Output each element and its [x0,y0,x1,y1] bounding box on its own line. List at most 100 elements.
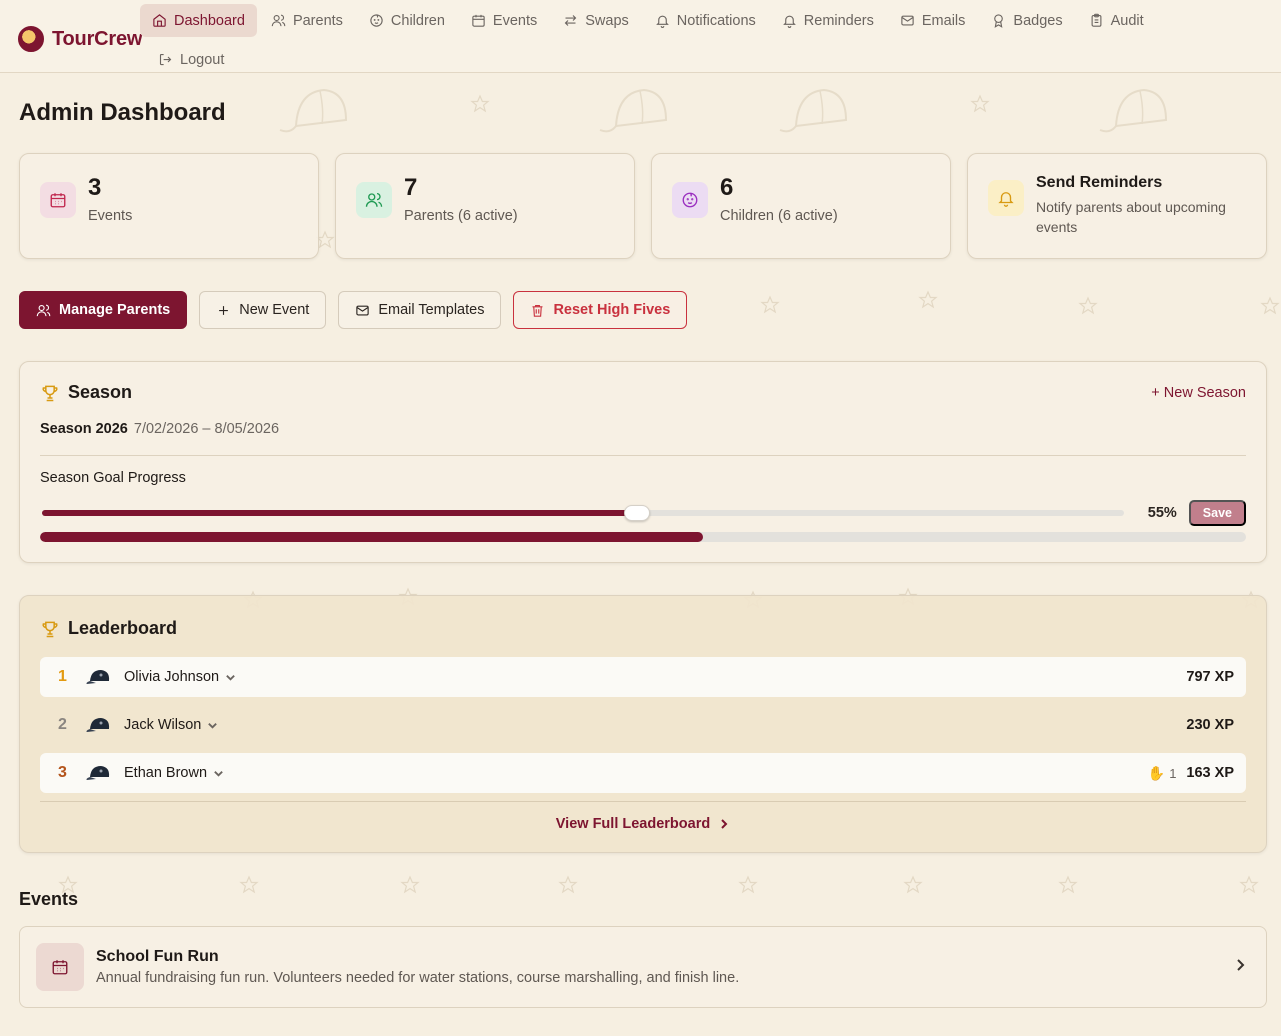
reminders-description: Notify parents about upcoming events [1036,199,1226,235]
nav-item-label: Children [390,12,445,29]
reset-high-fives-button[interactable]: Reset High Fives [513,291,688,329]
nav-item-label: Swaps [585,12,629,29]
parents-label: Parents (6 active) [404,208,518,224]
quick-actions: Manage Parents New Event Email Templates… [19,291,1267,329]
new-season-link[interactable]: + New Season [1151,385,1246,401]
player-name[interactable]: Olivia Johnson [124,669,236,685]
logout-button[interactable]: Logout [146,43,236,76]
stats-row: 3 Events 7 Parents (6 active) 6 Children… [19,153,1267,259]
leaderboard-heading: Leaderboard [40,618,1246,639]
events-count: 3 [88,174,102,201]
trophy-icon [42,385,58,401]
rank: 3 [58,764,67,781]
divider [40,455,1246,456]
nav-item-events[interactable]: Events [459,4,549,37]
event-card[interactable]: School Fun Run Annual fundraising fun ru… [19,926,1267,1008]
high-five-icon: ✋ [1147,764,1166,781]
chevron-down-icon [214,770,223,777]
calendar-icon [472,14,485,27]
mail-icon [356,305,370,315]
player-name[interactable]: Jack Wilson [124,717,218,733]
season-heading: Season [40,382,132,403]
nav-item-notifications[interactable]: Notifications [643,4,768,37]
cap-icon [86,670,110,684]
chevron-right-icon [1237,958,1245,971]
nav-item-label: Events [492,12,538,29]
baby-icon [682,192,698,208]
bell-icon [998,192,1014,207]
leaderboard-row[interactable]: 3 Ethan Brown ✋ 1 163 XP [40,753,1246,793]
home-icon [153,14,166,27]
nav-item-emails[interactable]: Emails [888,4,978,37]
page-title: Admin Dashboard [19,99,226,126]
send-reminders-card[interactable]: Send Reminders Notify parents about upco… [967,153,1267,259]
nav-item-badges[interactable]: Badges [979,4,1074,37]
player-name-text: Jack Wilson [124,717,202,733]
season-panel: Season + New Season Season 2026 7/02/2026… [19,361,1267,563]
bell-icon [655,15,669,28]
nav-item-label: Audit [1110,12,1144,29]
top-bar: TourCrew Dashboard Parents Children Even… [0,0,1281,73]
nav-item-dashboard[interactable]: Dashboard [140,4,257,37]
leaderboard-title: Leaderboard [68,618,178,638]
goal-percent: 55% [1147,505,1177,521]
brand[interactable]: TourCrew [18,26,142,52]
logout-label: Logout [180,51,225,68]
view-full-leaderboard-link[interactable]: View Full Leaderboard [40,801,1246,832]
clipboard-icon [1091,13,1102,27]
chevron-down-icon [226,674,235,681]
nav-item-swaps[interactable]: Swaps [551,4,641,37]
leaderboard-row[interactable]: 2 Jack Wilson 230 XP [40,705,1246,745]
nav-item-label: Dashboard [174,12,245,29]
slider-thumb[interactable] [624,505,651,521]
calendar-icon [50,193,66,208]
users-icon [36,304,51,316]
brand-logo [18,26,44,52]
manage-parents-button[interactable]: Manage Parents [19,291,188,329]
player-name-text: Ethan Brown [124,765,208,781]
users-icon [365,192,383,207]
swap-icon [564,15,577,26]
nav-item-reminders[interactable]: Reminders [770,4,886,37]
nav-item-parents[interactable]: Parents [259,4,355,37]
email-templates-button[interactable]: Email Templates [338,291,502,329]
save-goal-button[interactable]: Save [1188,500,1246,526]
high-five-number: 1 [1169,765,1177,781]
stat-icon-children [672,182,708,218]
leaderboard-list: 1 Olivia Johnson 797 XP 2 Jack Wilson 23… [40,657,1246,793]
high-five-count: ✋ 1 [1148,765,1177,782]
trophy-icon [42,621,58,637]
nav-item-children[interactable]: Children [357,4,457,37]
event-open[interactable] [1232,957,1248,978]
nav-item-label: Reminders [803,12,874,29]
chevron-down-icon [208,722,218,729]
player-name[interactable]: Ethan Brown [124,765,224,781]
slider-fill [42,510,638,516]
trash-icon [532,304,543,317]
stat-card-parents[interactable]: 7 Parents (6 active) [335,153,635,259]
player-name-text: Olivia Johnson [124,669,220,685]
season-title: Season [68,382,133,402]
rank: 2 [58,716,67,733]
parents-count: 7 [404,174,418,201]
nav-item-label: Emails [921,12,966,29]
children-count: 6 [720,174,734,201]
stat-card-events[interactable]: 3 Events [19,153,319,259]
cap-icon [86,718,110,732]
cap-icon [86,766,110,780]
season-name: Season 2026 [40,421,128,437]
xp-value: 797 XP [1186,669,1234,685]
stat-card-children[interactable]: 6 Children (6 active) [651,153,951,259]
nav-item-audit[interactable]: Audit [1077,4,1156,37]
chevron-right-icon [721,819,728,829]
new-event-button[interactable]: New Event [199,291,327,329]
logout-icon [159,53,172,66]
season-goal-slider[interactable] [42,505,1124,521]
main-nav: Dashboard Parents Children Events Swaps … [140,4,1240,37]
leaderboard-row[interactable]: 1 Olivia Johnson 797 XP [40,657,1246,697]
events-label: Events [88,208,133,224]
baby-icon [370,14,383,27]
stat-icon-reminders [988,180,1024,216]
users-icon [271,14,286,27]
event-name: School Fun Run [96,948,219,965]
